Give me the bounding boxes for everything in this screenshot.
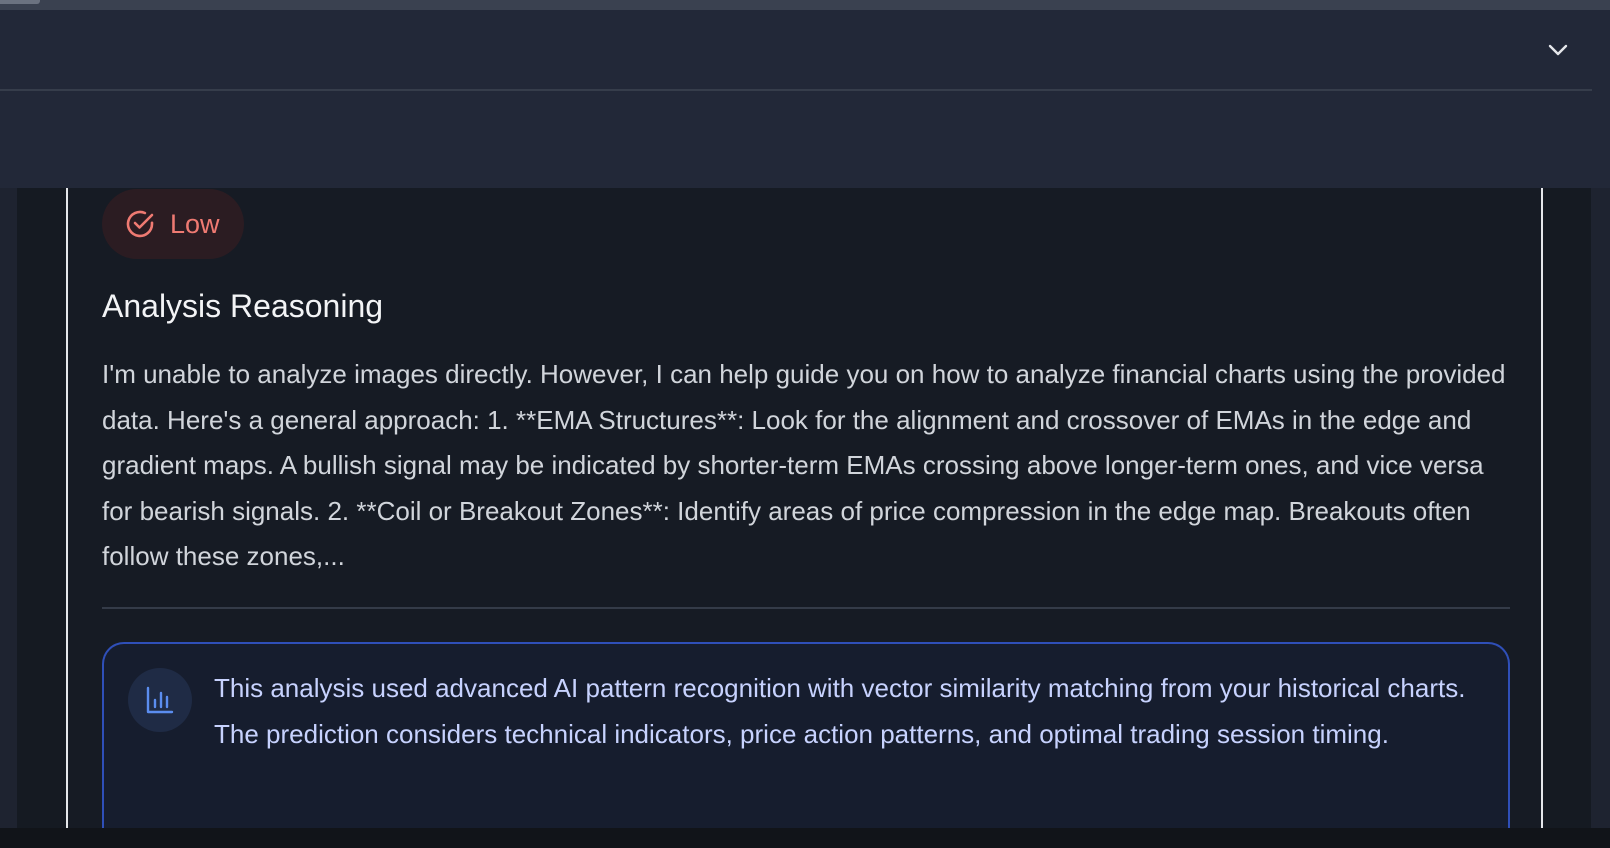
top-scrollbar[interactable] xyxy=(0,0,1610,10)
info-icon-circle xyxy=(128,668,192,732)
analysis-reasoning-text: I'm unable to analyze images directly. H… xyxy=(102,359,1506,571)
analysis-heading: Analysis Reasoning xyxy=(102,288,384,324)
bottom-bar xyxy=(0,828,1610,848)
confidence-label: Low xyxy=(170,208,220,239)
info-note-text: This analysis used advanced AI pattern r… xyxy=(214,673,1466,749)
analysis-card: Low Analysis Reasoning I'm unable to ana… xyxy=(66,188,1543,828)
bar-chart-icon xyxy=(146,686,174,714)
header-row xyxy=(0,10,1592,91)
info-note: This analysis used advanced AI pattern r… xyxy=(102,642,1510,828)
chevron-down-icon xyxy=(1548,44,1568,56)
header-panel xyxy=(0,10,1610,188)
confidence-badge: Low xyxy=(102,189,244,259)
scrollbar-thumb[interactable] xyxy=(0,0,40,4)
divider xyxy=(102,607,1510,609)
collapse-button[interactable] xyxy=(1544,38,1572,62)
check-circle-icon xyxy=(126,210,154,238)
